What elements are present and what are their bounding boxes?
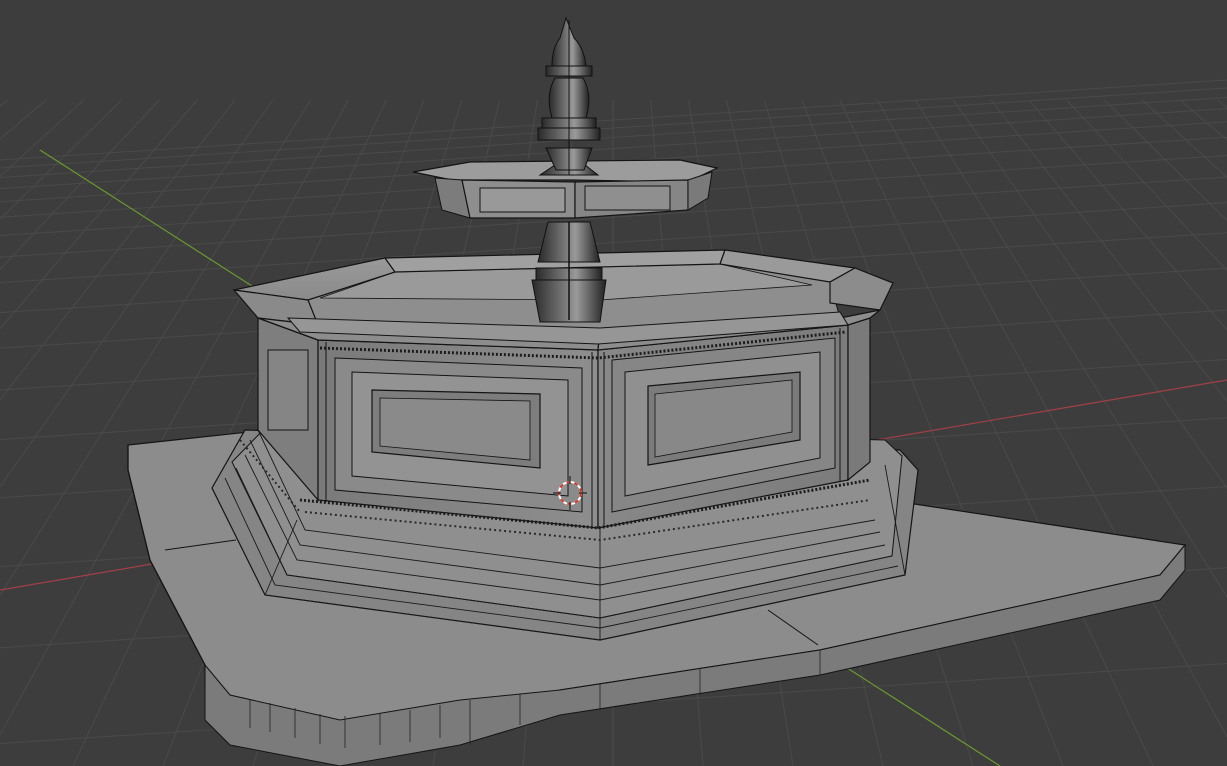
3d-viewport[interactable]: [0, 0, 1227, 766]
fountain-spire[interactable]: [537, 16, 601, 176]
central-column[interactable]: [531, 221, 607, 323]
